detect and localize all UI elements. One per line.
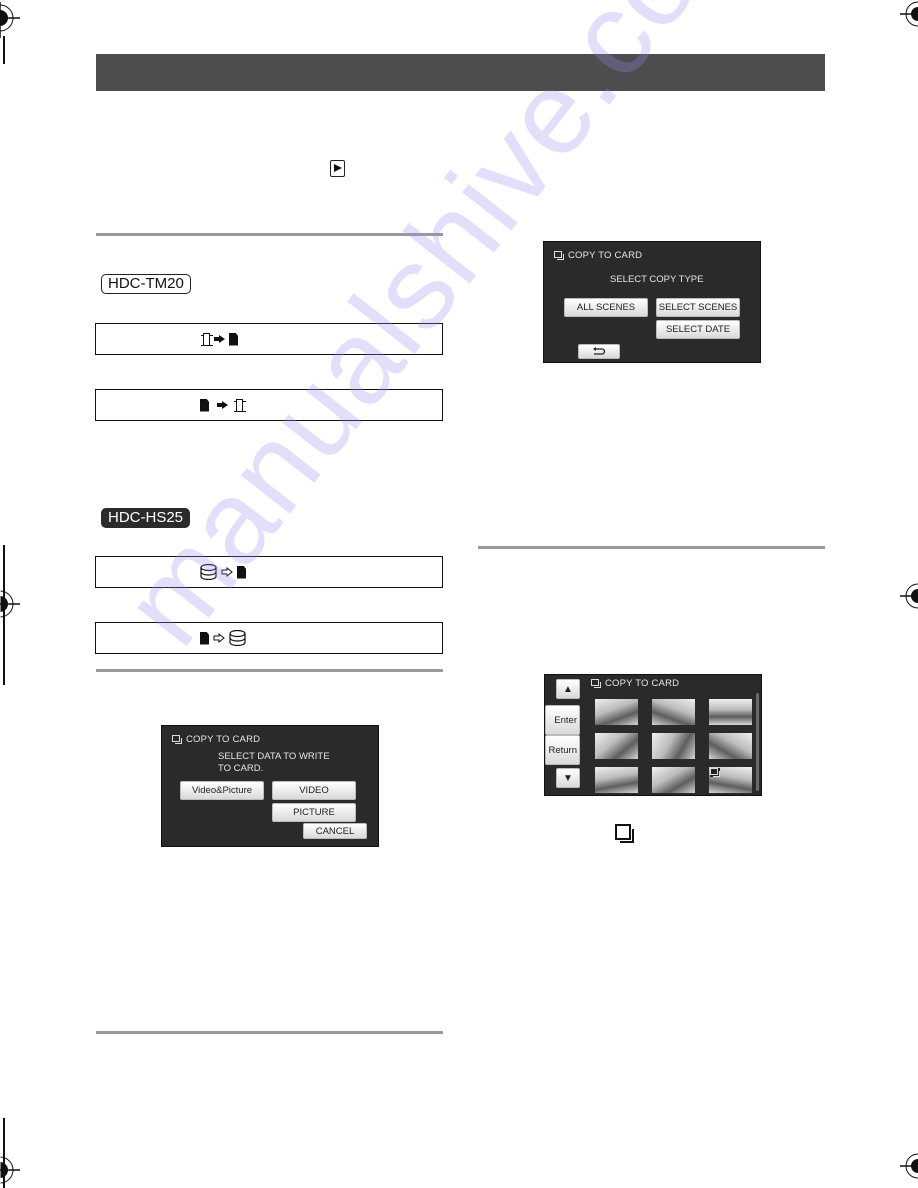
thumbnail-item[interactable] [709, 733, 752, 759]
picture-button[interactable]: PICTURE [272, 803, 356, 822]
registration-mark-top-right [900, 1, 918, 27]
lcd-title-text: COPY TO CARD [605, 678, 680, 689]
lcd-message: SELECT DATA TO WRITE TO CARD. [218, 751, 330, 775]
divider-right-1 [478, 546, 825, 549]
return-arrow-icon [593, 347, 606, 355]
section-header-band [96, 54, 825, 91]
lcd-message-line-2: TO CARD. [218, 763, 264, 774]
lcd-title: COPY TO CARD [591, 678, 679, 689]
thumbnail-item[interactable] [595, 767, 638, 793]
select-date-button[interactable]: SELECT DATE [656, 320, 740, 339]
solid-arrow-icon [217, 401, 228, 409]
lcd-screen-thumbnails: ▲ Enter Return ▼ COPY TO CARD [544, 674, 762, 796]
lcd-message: SELECT COPY TYPE [610, 274, 704, 285]
crop-line-left-middle [3, 545, 5, 685]
thumbnail-item[interactable] [652, 733, 695, 759]
model-badge-hdc-tm20: HDC-TM20 [101, 274, 191, 294]
copy-icon [591, 679, 601, 688]
scroll-down-button[interactable]: ▼ [556, 768, 580, 788]
sd-card-icon [200, 631, 209, 645]
sd-card-icon [237, 565, 246, 579]
registration-mark-bottom-left [0, 1152, 20, 1188]
thumbnail-item[interactable] [652, 699, 695, 725]
copy-direction-box-memory-to-card [95, 323, 443, 355]
divider-left-2 [96, 669, 443, 672]
built-in-memory-icon [201, 332, 212, 346]
scrollbar[interactable] [756, 693, 759, 791]
copy-direction-box-hdd-to-card [95, 556, 443, 588]
lcd-message-line-1: SELECT DATA TO WRITE [218, 751, 330, 762]
lcd-title-text: COPY TO CARD [186, 734, 261, 745]
playback-mode-icon [330, 160, 345, 177]
solid-arrow-icon [214, 335, 225, 343]
scroll-up-button[interactable]: ▲ [556, 679, 580, 699]
copy-direction-box-card-to-memory [95, 389, 443, 421]
model-badge-hdc-hs25: HDC-HS25 [101, 508, 191, 528]
return-button[interactable]: Return [545, 735, 580, 765]
registration-mark-top-left [0, 2, 20, 38]
thumbnail-item[interactable] [652, 767, 695, 793]
built-in-memory-icon [234, 398, 245, 412]
thumbnail-item[interactable] [709, 767, 752, 793]
sd-card-icon [200, 398, 209, 412]
all-scenes-button[interactable]: ALL SCENES [564, 298, 648, 317]
lcd-title-text: COPY TO CARD [568, 250, 643, 261]
divider-left-3 [96, 1031, 443, 1034]
copy-icon [615, 824, 634, 844]
hollow-arrow-icon [221, 567, 233, 577]
copy-direction-box-card-to-hdd [95, 622, 443, 654]
sd-card-icon [229, 332, 238, 346]
lcd-screen-select-data: COPY TO CARD SELECT DATA TO WRITE TO CAR… [161, 725, 379, 847]
lcd-title: COPY TO CARD [172, 734, 260, 745]
registration-mark-right-middle [900, 583, 918, 609]
video-picture-button[interactable]: Video&Picture [180, 781, 264, 800]
thumbnail-item[interactable] [595, 733, 638, 759]
registration-mark-left-middle [0, 586, 20, 622]
crop-line-left-bottom [3, 1118, 5, 1188]
crop-line-left-top [3, 36, 5, 64]
hdd-icon [200, 564, 217, 580]
thumbnail-item[interactable] [595, 699, 638, 725]
cancel-button[interactable]: CANCEL [303, 823, 367, 839]
copy-icon [172, 735, 182, 744]
divider-left-1 [96, 233, 443, 236]
lcd-screen-copy-type: COPY TO CARD SELECT COPY TYPE ALL SCENES… [543, 241, 761, 363]
selected-copy-icon [710, 768, 720, 777]
video-button[interactable]: VIDEO [272, 781, 356, 800]
enter-button[interactable]: Enter [545, 705, 580, 735]
thumbnail-item[interactable] [709, 699, 752, 725]
hdd-icon [229, 630, 246, 646]
copy-icon [554, 251, 564, 260]
hollow-arrow-icon [213, 633, 225, 643]
lcd-title: COPY TO CARD [554, 250, 642, 261]
back-button[interactable] [578, 344, 620, 359]
select-scenes-button[interactable]: SELECT SCENES [656, 298, 740, 317]
registration-mark-bottom-right [900, 1153, 918, 1179]
